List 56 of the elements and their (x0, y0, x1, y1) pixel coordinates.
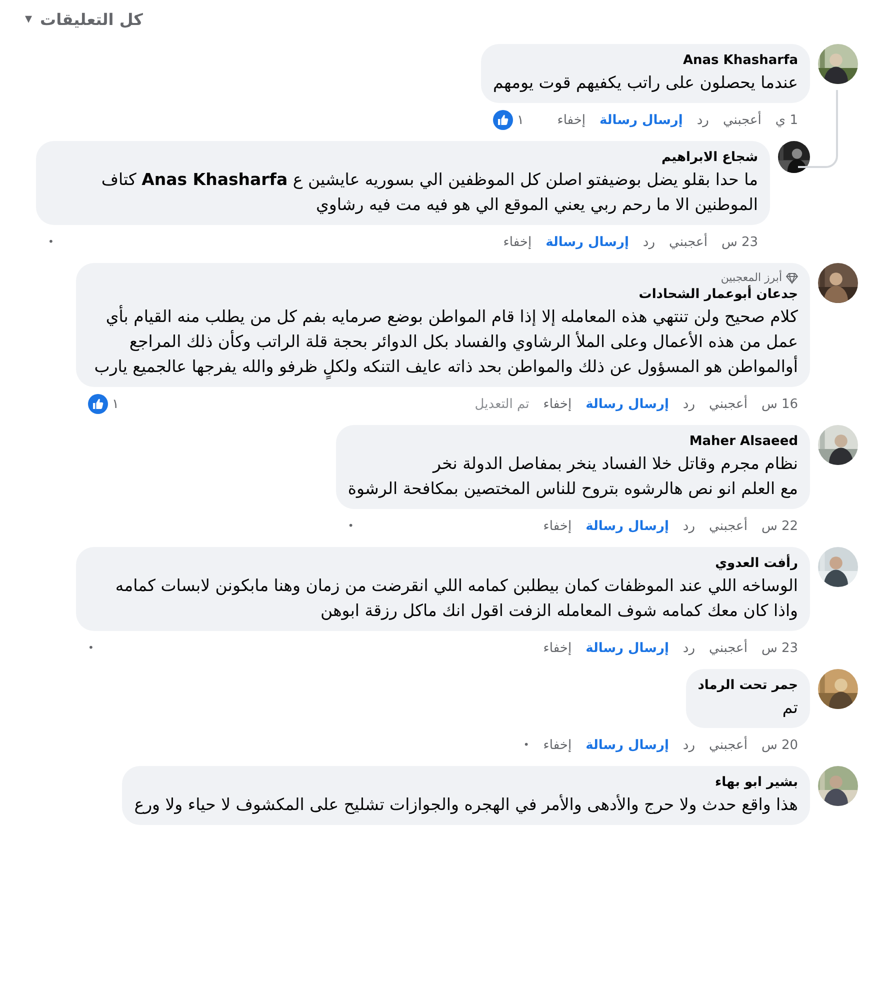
like-icon (493, 110, 514, 130)
comment-time[interactable]: 1 ي (775, 112, 798, 128)
diamond-icon (786, 272, 798, 284)
author-name[interactable]: جدعان أبوعمار الشحادات (88, 286, 798, 304)
comment-text: تم (781, 697, 798, 719)
action-link[interactable]: رد (682, 518, 695, 534)
more-dot: • (348, 520, 354, 532)
like-icon (88, 394, 108, 414)
comment-time[interactable]: 16 س (761, 396, 798, 412)
action-link[interactable]: أعجبني (668, 234, 708, 250)
comment-time[interactable]: 23 س (761, 640, 798, 656)
action-link[interactable]: إخفاء (543, 640, 572, 656)
send-message-link[interactable]: إرسال رسالة (546, 234, 629, 250)
action-link[interactable]: رد (642, 234, 655, 250)
author-name[interactable]: بشير ابو بهاء (134, 774, 798, 792)
author-name[interactable]: Anas Khasharfa (493, 52, 798, 70)
comment-text: هذا واقع حدث ولا حرج والأدهى والأمر في الهجره والجوازات تشليح على المكشوف لا حياء ولا ورع (134, 793, 798, 816)
more-dot: • (48, 236, 54, 248)
action-link[interactable]: إخفاء (543, 738, 572, 752)
action-link[interactable]: إخفاء (503, 234, 532, 250)
top-fan-label: أبرز المعجبين (720, 271, 782, 284)
comment-time[interactable]: 23 س (721, 234, 758, 250)
send-message-link[interactable]: إرسال رسالة (586, 738, 669, 752)
edited-note: تم التعديل (474, 396, 530, 412)
action-link[interactable]: أعجبني (708, 640, 748, 656)
action-link[interactable]: رد (682, 640, 695, 656)
author-name[interactable]: جمر تحت الرماد (698, 677, 798, 695)
action-link[interactable]: رد (682, 396, 695, 412)
comment-text: عندما يحصلون على راتب يكفيهم قوت يومهم (493, 72, 798, 94)
send-message-link[interactable]: إرسال رسالة (600, 112, 683, 128)
comment-time[interactable]: 22 س (761, 518, 798, 534)
action-link[interactable]: رد (682, 738, 695, 752)
action-link[interactable]: أعجبني (722, 112, 762, 128)
action-link[interactable]: أعجبني (708, 518, 748, 534)
send-message-link[interactable]: إرسال رسالة (586, 640, 669, 656)
comments-filter[interactable]: كل التعليقات (40, 10, 143, 28)
action-link[interactable]: إخفاء (543, 518, 572, 534)
send-message-link[interactable]: إرسال رسالة (586, 396, 669, 412)
comment-text: الوساخه اللي عند الموظفات كمان بيطلبن كمامه اللي انقرضت من زمان وهنا مابكونن لابسات كمامه واذا كان معك كمامه شوف المعامله الزفت اقول انك ماكل رزقة ابوهن (114, 575, 798, 622)
action-link[interactable]: رد (696, 112, 709, 128)
caret-icon[interactable]: ▾ (25, 11, 32, 27)
author-name[interactable]: شجاع الابراهيم (48, 149, 758, 167)
comment-text: كلام صحيح ولن تنتهي هذه المعامله إلا إذا قام المواطن بوضع صرمايه بفم كل من يطلب منه القيام بأي عمل من هذه الأعمال وعلى الملأ الرشاوي والفساد بكل الدوائر بحجة قلة الراتب وكأن ذلك المراجع أوالمواطن هو المسؤول عن ذلك والمواطن بحد ذاته عايف التنكه ولكلٍ ظرفو والله يفرجها عالجميع يارب (88, 304, 798, 379)
reaction-count: ١ (517, 112, 524, 128)
more-dot: • (523, 740, 530, 750)
send-message-link[interactable]: إرسال رسالة (586, 518, 669, 534)
action-link[interactable]: إخفاء (543, 396, 572, 412)
comment-text: نظام مجرم وقاتل خلا الفساد ينخر بمفاصل الدولة نخر مع العلم انو نص هالرشوه بتروح للناس المختصين بمكافحة الرشوة (348, 453, 798, 500)
action-link[interactable]: أعجبني (708, 738, 748, 752)
author-name[interactable]: رأفت العدوي (88, 555, 798, 573)
author-name[interactable]: Maher Alsaeed (348, 433, 798, 451)
reaction-count: ١ (112, 396, 119, 412)
action-link[interactable]: أعجبني (708, 396, 748, 412)
action-link[interactable]: إخفاء (557, 112, 586, 128)
comment-time[interactable]: 20 س (761, 738, 798, 752)
more-dot: • (88, 642, 94, 654)
